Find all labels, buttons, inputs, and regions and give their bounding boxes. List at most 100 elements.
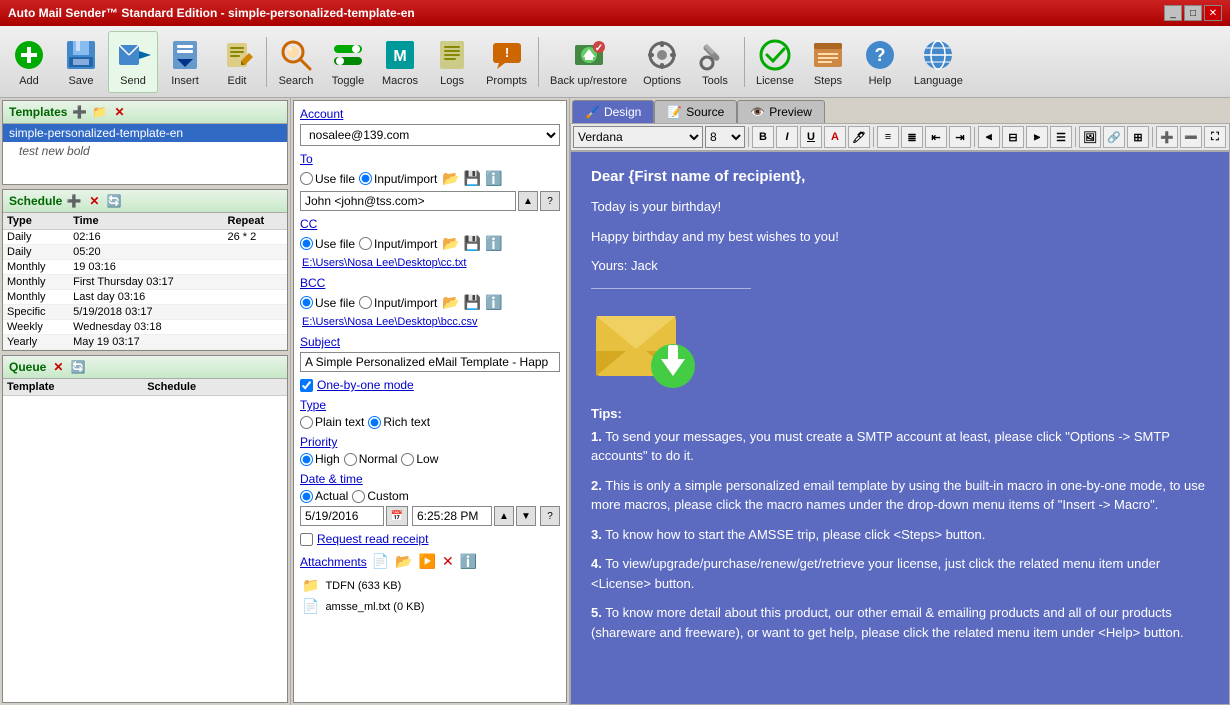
read-receipt-label[interactable]: Request read receipt — [317, 532, 428, 546]
to-input-option[interactable]: Input/import — [359, 172, 437, 186]
toolbar-insert[interactable]: Insert — [160, 31, 210, 93]
subject-input[interactable] — [300, 352, 560, 372]
indent-dec-button[interactable]: ⇤ — [925, 126, 947, 148]
read-receipt-checkbox[interactable] — [300, 533, 313, 546]
cc-info-icon[interactable]: ℹ️ — [484, 234, 503, 253]
schedule-row[interactable]: Specific5/19/2018 03:17 — [3, 305, 287, 320]
bcc-input-option[interactable]: Input/import — [359, 296, 437, 310]
date-calendar-btn[interactable]: 📅 — [386, 506, 408, 526]
italic-button[interactable]: I — [776, 126, 798, 148]
toolbar-logs[interactable]: Logs — [427, 31, 477, 93]
bcc-save-icon[interactable]: 💾 — [463, 293, 482, 312]
cc-file-path[interactable]: E:\Users\Nosa Lee\Desktop\cc.txt — [300, 256, 560, 270]
toolbar-language[interactable]: Language — [907, 31, 970, 93]
bcc-label[interactable]: BCC — [300, 276, 560, 290]
cc-input-option[interactable]: Input/import — [359, 237, 437, 251]
toolbar-backup[interactable]: ✓ Back up/restore — [543, 31, 634, 93]
align-center-button[interactable]: ⊟ — [1002, 126, 1024, 148]
editor-content[interactable]: Dear {First name of recipient}, Today is… — [570, 151, 1230, 705]
template-sub-item[interactable]: test new bold — [3, 142, 287, 160]
font-size-select[interactable]: 8 — [705, 126, 745, 148]
template-item[interactable]: simple-personalized-template-en — [3, 124, 287, 142]
to-save-icon[interactable]: 💾 — [463, 169, 482, 188]
type-plain-radio[interactable] — [300, 416, 313, 429]
attachment-item-1[interactable]: 📄 amsse_ml.txt (0 KB) — [300, 596, 560, 617]
subject-label[interactable]: Subject — [300, 335, 560, 349]
bcc-use-file-radio[interactable] — [300, 296, 313, 309]
priority-normal-option[interactable]: Normal — [344, 452, 398, 466]
priority-low-option[interactable]: Low — [401, 452, 438, 466]
tab-design[interactable]: 🖌️ Design — [572, 100, 654, 123]
toolbar-edit[interactable]: Edit — [212, 31, 262, 93]
cc-label[interactable]: CC — [300, 217, 560, 231]
zoom-in-button[interactable]: ➕ — [1156, 126, 1178, 148]
time-down-btn[interactable]: ▼ — [516, 506, 536, 526]
align-left-button[interactable]: ⫷ — [978, 126, 1000, 148]
indent-inc-button[interactable]: ⇥ — [949, 126, 971, 148]
to-up-btn[interactable]: ▲ — [518, 191, 538, 211]
schedule-row[interactable]: MonthlyFirst Thursday 03:17 — [3, 275, 287, 290]
highlight-button[interactable]: 🖊 — [848, 126, 870, 148]
bcc-info-icon[interactable]: ℹ️ — [484, 293, 503, 312]
toolbar-tools[interactable]: Tools — [690, 31, 740, 93]
attachment-item-0[interactable]: 📁 TDFN (633 KB) — [300, 575, 560, 596]
one-by-one-label[interactable]: One-by-one mode — [317, 378, 414, 392]
schedule-delete-btn[interactable]: ✕ — [86, 193, 102, 209]
insert-image-button[interactable]: 🖼 — [1079, 126, 1101, 148]
font-family-select[interactable]: Verdana — [573, 126, 703, 148]
toolbar-macros[interactable]: M Macros — [375, 31, 425, 93]
to-input[interactable] — [300, 191, 516, 211]
underline-button[interactable]: U — [800, 126, 822, 148]
date-input[interactable] — [300, 506, 384, 526]
attachments-play-icon[interactable]: ▶️ — [418, 552, 437, 571]
list-unordered-button[interactable]: ≣ — [901, 126, 923, 148]
priority-normal-radio[interactable] — [344, 453, 357, 466]
fullscreen-button[interactable]: ⛶ — [1204, 126, 1226, 148]
cc-input-radio[interactable] — [359, 237, 372, 250]
bcc-open-icon[interactable]: 📂 — [441, 293, 460, 312]
schedule-row[interactable]: Daily02:1626 * 2 — [3, 230, 287, 245]
account-label[interactable]: Account — [300, 107, 560, 121]
toolbar-save[interactable]: Save — [56, 31, 106, 93]
type-rich-option[interactable]: Rich text — [368, 415, 430, 429]
schedule-row[interactable]: MonthlyLast day 03:16 — [3, 290, 287, 305]
datetime-custom-option[interactable]: Custom — [352, 489, 408, 503]
toolbar-help[interactable]: ? Help — [855, 31, 905, 93]
schedule-add-btn[interactable]: ➕ — [66, 193, 82, 209]
queue-delete-btn[interactable]: ✕ — [50, 359, 66, 375]
datetime-help-btn[interactable]: ? — [540, 506, 560, 526]
time-input[interactable] — [412, 506, 492, 526]
datetime-custom-radio[interactable] — [352, 490, 365, 503]
priority-low-radio[interactable] — [401, 453, 414, 466]
account-select[interactable]: nosalee@139.com — [300, 124, 560, 146]
to-open-icon[interactable]: 📂 — [441, 169, 460, 188]
bcc-input-radio[interactable] — [359, 296, 372, 309]
list-ordered-button[interactable]: ≡ — [877, 126, 899, 148]
attachments-delete-icon[interactable]: ✕ — [441, 552, 455, 571]
attachments-add-folder-icon[interactable]: 📂 — [394, 552, 413, 571]
datetime-actual-option[interactable]: Actual — [300, 489, 348, 503]
close-button[interactable]: ✕ — [1204, 5, 1222, 21]
cc-save-icon[interactable]: 💾 — [463, 234, 482, 253]
cc-open-icon[interactable]: 📂 — [441, 234, 460, 253]
bcc-use-file-option[interactable]: Use file — [300, 296, 355, 310]
toolbar-toggle[interactable]: Toggle — [323, 31, 373, 93]
toolbar-license[interactable]: License — [749, 31, 801, 93]
to-label[interactable]: To — [300, 152, 560, 166]
font-color-button[interactable]: A — [824, 126, 846, 148]
datetime-actual-radio[interactable] — [300, 490, 313, 503]
schedule-row[interactable]: Daily05:20 — [3, 245, 287, 260]
toolbar-steps[interactable]: Steps — [803, 31, 853, 93]
to-help-btn[interactable]: ? — [540, 191, 560, 211]
to-use-file-option[interactable]: Use file — [300, 172, 355, 186]
priority-high-radio[interactable] — [300, 453, 313, 466]
priority-high-option[interactable]: High — [300, 452, 340, 466]
toolbar-add[interactable]: Add — [4, 31, 54, 93]
schedule-row[interactable]: YearlyMay 19 03:17 — [3, 335, 287, 350]
toolbar-search[interactable]: Search — [271, 31, 321, 93]
zoom-out-button[interactable]: ➖ — [1180, 126, 1202, 148]
toolbar-send[interactable]: Send — [108, 31, 158, 93]
toolbar-options[interactable]: Options — [636, 31, 688, 93]
align-right-button[interactable]: ⫸ — [1026, 126, 1048, 148]
cc-use-file-option[interactable]: Use file — [300, 237, 355, 251]
